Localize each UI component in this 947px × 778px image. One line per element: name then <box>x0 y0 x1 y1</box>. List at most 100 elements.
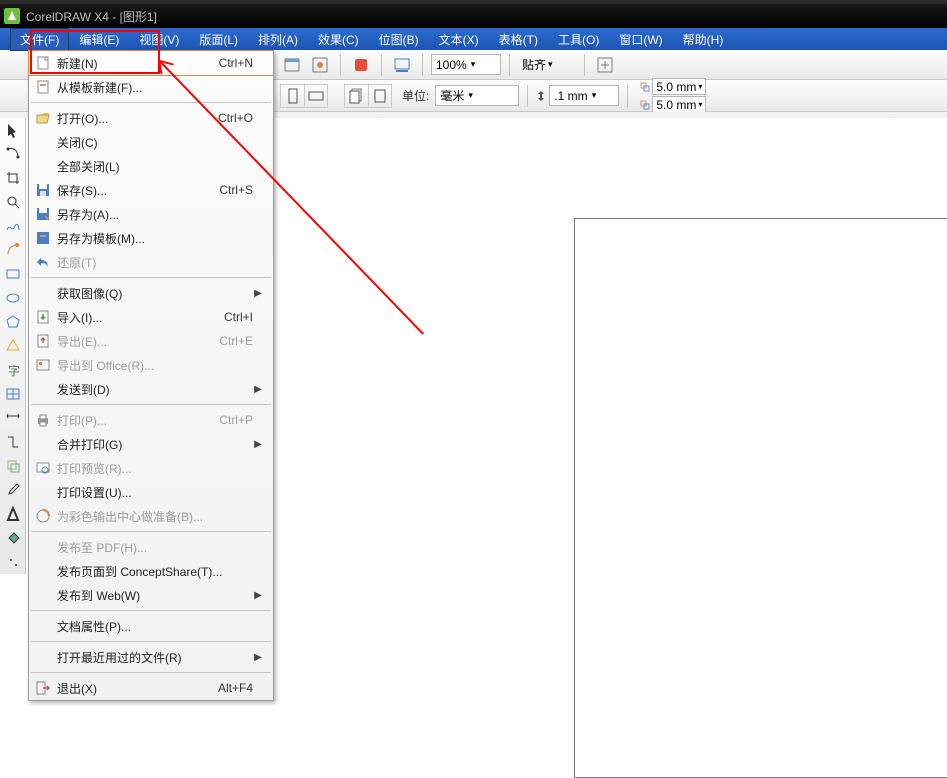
menuitem-发布页面到 Co[interactable]: 发布页面到 ConceptShare(T)... <box>29 559 273 583</box>
window-title: CorelDRAW X4 - [图形1] <box>26 8 157 25</box>
menuitem-label: 从模板新建(F)... <box>57 79 253 96</box>
tool-fill[interactable] <box>0 526 26 550</box>
tool-pick[interactable] <box>0 118 26 142</box>
menu-表格[interactable]: 表格(T) <box>489 28 548 51</box>
title-bar: CorelDRAW X4 - [图形1] <box>0 4 947 28</box>
menuitem-label: 打印预览(R)... <box>57 460 253 477</box>
menuitem-label: 另存为模板(M)... <box>57 230 253 247</box>
menuitem-导入I[interactable]: 导入(I)...Ctrl+I <box>29 305 273 329</box>
menu-效果[interactable]: 效果(C) <box>308 28 369 51</box>
menuitem-文档属性P[interactable]: 文档属性(P)... <box>29 614 273 638</box>
menuitem-新建N[interactable]: 新建(N)Ctrl+N <box>28 50 274 76</box>
dup-y-combo[interactable]: 5.0 mm▾ <box>652 96 706 113</box>
print-icon <box>29 412 57 428</box>
menuitem-发送到D[interactable]: 发送到(D)▶ <box>29 377 273 401</box>
menu-separator <box>31 102 271 103</box>
portrait-button[interactable] <box>280 84 304 108</box>
saveas-icon <box>29 206 57 222</box>
menuitem-合并打印G[interactable]: 合并打印(G)▶ <box>29 432 273 456</box>
color-icon <box>29 508 57 524</box>
tool-rect[interactable] <box>0 262 26 286</box>
menu-separator <box>31 672 271 673</box>
tool-effects[interactable] <box>0 454 26 478</box>
apply-all-button[interactable] <box>344 84 368 108</box>
dup-x-combo[interactable]: 5.0 mm▾ <box>652 78 706 95</box>
menuitem-label: 另存为(A)... <box>57 206 253 223</box>
nudge-icon <box>536 91 546 101</box>
menuitem-label: 全部关闭(L) <box>57 158 253 175</box>
dup-y-icon <box>640 100 650 110</box>
tool-outline[interactable] <box>0 502 26 526</box>
menuitem-获取图像Q[interactable]: 获取图像(Q)▶ <box>29 281 273 305</box>
tool-table[interactable] <box>0 382 26 406</box>
menu-separator <box>31 531 271 532</box>
svg-text:字: 字 <box>8 363 20 378</box>
menuitem-另存为模板M[interactable]: 另存为模板(M)... <box>29 226 273 250</box>
tool-shapes[interactable] <box>0 334 26 358</box>
menuitem-label: 还原(T) <box>57 254 253 271</box>
tool-shape[interactable] <box>0 142 26 166</box>
tool-eyedrop[interactable] <box>0 478 26 502</box>
menuitem-发布到 WebW[interactable]: 发布到 Web(W)▶ <box>29 583 273 607</box>
menuitem-打开最近用过的文[interactable]: 打开最近用过的文件(R)▶ <box>29 645 273 669</box>
tool-polygon[interactable] <box>0 310 26 334</box>
menu-排列[interactable]: 排列(A) <box>248 28 308 51</box>
app-launcher-button[interactable] <box>349 53 373 77</box>
tool-smart[interactable] <box>0 238 26 262</box>
page-outline <box>574 218 947 778</box>
menu-版面[interactable]: 版面(L) <box>189 28 248 51</box>
menuitem-保存S[interactable]: 保存(S)...Ctrl+S <box>29 178 273 202</box>
preview-button[interactable] <box>390 53 414 77</box>
menu-帮助[interactable]: 帮助(H) <box>673 28 734 51</box>
menuitem-label: 合并打印(G) <box>57 436 253 453</box>
menu-视图[interactable]: 视图(V) <box>129 28 189 51</box>
menuitem-全部关闭L[interactable]: 全部关闭(L) <box>29 154 273 178</box>
menuitem-退出X[interactable]: 退出(X)Alt+F4 <box>29 676 273 700</box>
tool-crop[interactable] <box>0 166 26 190</box>
landscape-button[interactable] <box>304 84 328 108</box>
save-icon <box>29 182 57 198</box>
file-menu-dropdown[interactable]: 新建(N)Ctrl+N 从模板新建(F)... 打开(O)...Ctrl+O 关闭(C… <box>28 50 274 701</box>
menu-separator <box>31 404 271 405</box>
tool-connector[interactable] <box>0 430 26 454</box>
page-apply-group[interactable] <box>344 84 392 108</box>
menu-separator <box>31 610 271 611</box>
menuitem-导出E: 导出(E)...Ctrl+E <box>29 329 273 353</box>
tool-ifill[interactable] <box>0 550 26 574</box>
menuitem-label: 关闭(C) <box>57 134 253 151</box>
menu-bar[interactable]: 文件(F)编辑(E)视图(V)版面(L)排列(A)效果(C)位图(B)文本(X)… <box>0 28 947 50</box>
options2-button[interactable] <box>593 53 617 77</box>
menu-separator <box>31 277 271 278</box>
menuitem-打印设置U[interactable]: 打印设置(U)... <box>29 480 273 504</box>
snap-combo[interactable]: 贴齐 ▾ <box>518 54 576 75</box>
tool-ellipse[interactable] <box>0 286 26 310</box>
zoom-combo[interactable]: 100%▾ <box>431 54 501 75</box>
tool-freehand[interactable] <box>0 214 26 238</box>
template-icon <box>29 79 57 95</box>
menu-文件[interactable]: 文件(F) <box>10 28 69 51</box>
welcome-button[interactable] <box>280 53 304 77</box>
tool-dimension[interactable] <box>0 406 26 430</box>
orientation-group[interactable] <box>280 84 328 108</box>
menu-工具[interactable]: 工具(O) <box>548 28 609 51</box>
savetpl-icon <box>29 230 57 246</box>
tool-text[interactable]: 字 <box>0 358 26 382</box>
menuitem-关闭C[interactable]: 关闭(C) <box>29 130 273 154</box>
toolbox: 字 <box>0 118 26 574</box>
menu-文本[interactable]: 文本(X) <box>429 28 489 51</box>
nudge-combo[interactable]: .1 mm▾ <box>549 85 619 106</box>
apply-current-button[interactable] <box>368 84 392 108</box>
menu-窗口[interactable]: 窗口(W) <box>609 28 672 51</box>
menu-编辑[interactable]: 编辑(E) <box>69 28 129 51</box>
tool-zoom[interactable] <box>0 190 26 214</box>
unit-label: 单位: <box>402 87 429 104</box>
menuitem-shortcut: Ctrl+O <box>218 111 253 125</box>
unit-combo[interactable]: 毫米▾ <box>435 85 519 106</box>
menuitem-打开O[interactable]: 打开(O)...Ctrl+O <box>29 106 273 130</box>
menu-位图[interactable]: 位图(B) <box>369 28 429 51</box>
menuitem-另存为A[interactable]: 另存为(A)... <box>29 202 273 226</box>
menuitem-label: 新建(N) <box>57 55 219 72</box>
menuitem-从模板新建F[interactable]: 从模板新建(F)... <box>29 75 273 99</box>
undo-icon <box>29 254 57 270</box>
options-button[interactable] <box>308 53 332 77</box>
